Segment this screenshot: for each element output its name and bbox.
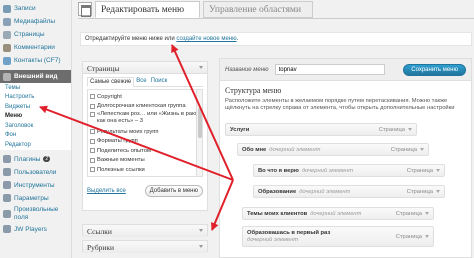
contact-icon	[3, 56, 11, 65]
menu-editor-header: Название меню Сохранить меню	[220, 59, 471, 81]
sidebar-sub-widgets[interactable]: Виджеты	[0, 102, 71, 112]
menu-item[interactable]: Услуги Страница	[225, 123, 417, 136]
users-icon	[3, 168, 11, 176]
admin-sidebar: Записи Медиафайлы Страницы Комментарии К…	[0, 0, 72, 258]
pages-metabox-header[interactable]: Страницы	[83, 62, 207, 74]
sidebar-item-users[interactable]: Пользователи	[0, 166, 71, 179]
tab-view-all[interactable]: Все	[134, 77, 148, 86]
collapse-arrow-icon[interactable]	[199, 245, 203, 248]
categories-metabox: Рубрики	[82, 240, 208, 253]
menu-name-input[interactable]	[274, 64, 385, 75]
sidebar-item-tools[interactable]: Инструменты	[0, 179, 71, 192]
page-checkbox[interactable]	[90, 94, 95, 100]
settings-icon	[3, 194, 11, 202]
menu-name-label: Название меню	[225, 66, 269, 73]
pages-tabs: Самые свежие Все Поиск	[87, 77, 203, 87]
pages-metabox: Страницы Самые свежие Все Поиск Copyrigh…	[82, 61, 208, 211]
select-all-link[interactable]: Выделить все	[87, 188, 126, 194]
pages-checklist: Copyright Долгосрочная клиентская группа…	[87, 89, 203, 177]
player-icon	[3, 225, 11, 233]
page-checkbox[interactable]	[90, 157, 95, 163]
sidebar-sub-header[interactable]: Заголовок	[0, 121, 71, 131]
tab-search[interactable]: Поиск	[149, 77, 170, 86]
sidebar-item-media[interactable]: Медиафайлы	[0, 15, 71, 28]
page-icon	[3, 30, 11, 39]
page-checkbox[interactable]	[90, 129, 95, 135]
sidebar-item-settings[interactable]: Параметры	[0, 192, 71, 205]
sidebar-sub-menus[interactable]: Меню	[0, 111, 71, 121]
menu-item[interactable]: Темы моих клиентов дочерний элемент Стран…	[242, 207, 434, 220]
collapse-arrow-icon[interactable]	[199, 229, 203, 232]
list-item[interactable]: Форматы групп	[90, 137, 200, 147]
add-to-menu-button[interactable]: Добавить в меню	[144, 185, 203, 197]
menu-item[interactable]: Образование дочерний элемент Страница	[253, 185, 445, 198]
sidebar-item-custom-fields[interactable]: Произвольные поля	[0, 205, 71, 223]
menu-editor: Название меню Сохранить меню Структура м…	[219, 58, 472, 258]
page-checkbox[interactable]	[90, 167, 95, 173]
sidebar-item-jw-players[interactable]: JW Players	[0, 223, 71, 236]
list-item[interactable]: Важные моменты	[90, 156, 200, 166]
expand-arrow-icon[interactable]	[425, 235, 429, 238]
save-menu-button[interactable]: Сохранить меню	[403, 63, 466, 76]
menu-structure-title: Структура меню	[225, 86, 282, 95]
expand-arrow-icon[interactable]	[425, 212, 429, 215]
sidebar-item-appearance[interactable]: Внешний вид	[0, 70, 71, 83]
expand-arrow-icon[interactable]	[420, 148, 424, 151]
sidebar-item-plugins[interactable]: Плагины 2	[0, 153, 71, 166]
tab-most-recent[interactable]: Самые свежие	[87, 77, 135, 87]
plugins-update-badge: 2	[43, 156, 51, 162]
sidebar-sub-background[interactable]: Фон	[0, 130, 71, 140]
menu-item[interactable]: Обо мне дочерний элемент Страница	[237, 143, 429, 156]
sidebar-sub-editor[interactable]: Редактор	[0, 140, 71, 150]
menu-select-notice: Отредактируйте меню ниже или создайте но…	[80, 32, 472, 46]
pages-footer: Выделить все Добавить в меню	[83, 179, 207, 197]
page-checkbox[interactable]	[90, 103, 95, 109]
sidebar-item-contacts[interactable]: Контакты (CF7)	[0, 54, 71, 67]
sidebar-item-posts[interactable]: Записи	[0, 2, 71, 15]
links-metabox-header[interactable]: Ссылки	[83, 225, 207, 237]
appearance-icon	[3, 72, 11, 81]
plugin-icon	[3, 155, 11, 163]
comment-icon	[3, 43, 11, 52]
list-scrollbar[interactable]	[196, 90, 202, 176]
collapse-arrow-icon[interactable]	[199, 66, 203, 69]
menu-item[interactable]: Во что я верю дочерний элемент Страница	[253, 164, 445, 177]
sidebar-item-comments[interactable]: Комментарии	[0, 41, 71, 54]
menus-screen-icon	[78, 2, 92, 17]
page-checkbox[interactable]	[90, 148, 95, 154]
list-item[interactable]: «Лепесткам роз… или «Жизнь в раю как она…	[90, 111, 200, 127]
tabs-divider	[78, 18, 474, 19]
tools-icon	[3, 181, 11, 189]
media-icon	[3, 17, 11, 26]
menu-item[interactable]: Образовашась в первый раз дочерний элемен…	[242, 226, 434, 247]
page-checkbox[interactable]	[90, 138, 95, 144]
list-item[interactable]: Copyright	[90, 92, 200, 102]
sidebar-sub-customize[interactable]: Настроить	[0, 92, 71, 102]
expand-arrow-icon[interactable]	[408, 128, 412, 131]
page-checkbox[interactable]	[90, 112, 95, 117]
expand-arrow-icon[interactable]	[436, 190, 440, 193]
create-new-menu-link[interactable]: создайте новое меню	[176, 36, 236, 42]
links-metabox: Ссылки	[82, 224, 208, 237]
list-item[interactable]: Поделитесь опытом	[90, 146, 200, 156]
sidebar-item-pages[interactable]: Страницы	[0, 28, 71, 41]
list-item[interactable]: Полезные ссылки	[90, 165, 200, 175]
list-item[interactable]: Долгосрочная клиентская группа	[90, 102, 200, 112]
scrollbar-thumb[interactable]	[198, 108, 202, 138]
pushpin-icon	[3, 4, 11, 13]
list-item[interactable]: Результаты моих групп	[90, 127, 200, 137]
tab-manage-locations[interactable]: Управление областями	[203, 1, 313, 18]
fields-icon	[3, 209, 11, 218]
sidebar-sub-themes[interactable]: Темы	[0, 83, 71, 93]
expand-arrow-icon[interactable]	[436, 169, 440, 172]
categories-metabox-header[interactable]: Рубрики	[83, 241, 207, 253]
tab-edit-menus[interactable]: Редактировать меню	[95, 1, 200, 18]
menu-structure-description: Расположите элементы в желаемом порядке …	[225, 98, 455, 112]
